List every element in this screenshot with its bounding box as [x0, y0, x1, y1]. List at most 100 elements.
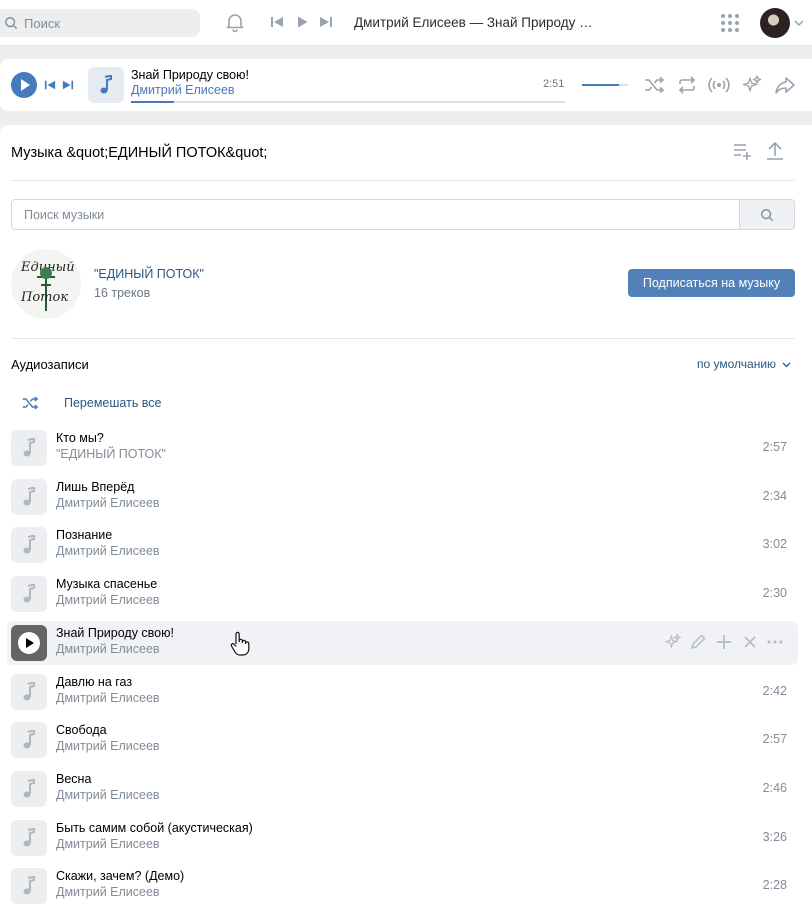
divider: [11, 180, 795, 181]
music-search-input[interactable]: [12, 200, 740, 229]
playlist-cover[interactable]: Единый Поток: [11, 249, 81, 319]
header-search[interactable]: Поиск: [0, 9, 200, 37]
track-duration: 2:57: [762, 732, 787, 747]
chevron-down-icon[interactable]: [794, 19, 804, 27]
playlist-cover-art: Единый Поток: [20, 260, 75, 311]
repeat-icon[interactable]: [676, 75, 698, 95]
sparkle-icon[interactable]: [664, 632, 682, 651]
share-icon[interactable]: [774, 75, 796, 95]
playlist-track-count: 16 треков: [94, 286, 151, 300]
music-note-icon: [23, 730, 35, 749]
play-icon: [18, 631, 40, 654]
track-duration: 2:42: [762, 683, 787, 698]
track-artist[interactable]: Дмитрий Елисеев: [56, 739, 160, 753]
page-title: Музыка &quot;ЕДИНЫЙ ПОТОК&quot;: [11, 145, 268, 161]
track-duration: 3:26: [762, 829, 787, 844]
track-title: Познание: [56, 528, 113, 543]
track-cover[interactable]: [11, 770, 47, 807]
shuffle-icon[interactable]: [643, 75, 665, 95]
sparkle-icon[interactable]: [741, 75, 763, 95]
track-cover[interactable]: [11, 527, 47, 564]
track-duration: 3:02: [762, 537, 787, 552]
track-cover[interactable]: [11, 478, 47, 515]
track-row[interactable]: Быть самим собой (акустическая) Дмитрий Е…: [7, 816, 798, 860]
track-row[interactable]: Познание Дмитрий Елисеев 3:02: [7, 523, 798, 567]
track-title: Кто мы?: [56, 431, 104, 445]
apps-icon[interactable]: [720, 13, 740, 33]
header-search-placeholder: Поиск: [24, 15, 61, 31]
divider: [11, 338, 795, 339]
track-row[interactable]: Давлю на газ Дмитрий Елисеев 2:42: [7, 670, 798, 714]
add-playlist-icon[interactable]: [731, 139, 753, 161]
top-bar: Поиск Дмитрий Елисеев — Знай Природу сво…: [0, 0, 812, 46]
bell-icon[interactable]: [224, 11, 246, 33]
track-duration: 2:28: [762, 878, 787, 893]
player-progress[interactable]: [131, 101, 565, 103]
music-search-button[interactable]: [739, 200, 794, 229]
track-cover[interactable]: [11, 576, 47, 613]
player-title: Знай Природу свою!: [131, 68, 249, 82]
track-duration: 2:57: [762, 440, 787, 454]
track-artist[interactable]: "ЕДИНЫЙ ПОТОК": [56, 447, 166, 461]
chevron-down-icon: [782, 362, 791, 368]
music-note-icon: [23, 681, 35, 700]
player-cover: [88, 67, 124, 103]
edit-icon[interactable]: [689, 633, 707, 651]
volume-slider[interactable]: [582, 84, 628, 86]
track-row[interactable]: Свобода Дмитрий Елисеев 2:57: [7, 718, 798, 762]
track-artist[interactable]: Дмитрий Елисеев: [56, 593, 160, 607]
prev-icon[interactable]: [44, 79, 56, 91]
track-cover[interactable]: [11, 624, 47, 661]
plus-icon[interactable]: [715, 633, 733, 651]
broadcast-icon[interactable]: [708, 75, 730, 95]
track-title: Быть самим собой (акустическая): [56, 820, 253, 835]
avatar[interactable]: [760, 8, 790, 38]
track-row[interactable]: Кто мы? "ЕДИНЫЙ ПОТОК" 2:57: [7, 426, 798, 470]
next-icon[interactable]: [62, 79, 74, 91]
track-row[interactable]: Лишь Вперёд Дмитрий Елисеев 2:34: [7, 475, 798, 519]
prev-icon[interactable]: [270, 15, 284, 29]
track-cover[interactable]: [11, 722, 47, 759]
more-icon[interactable]: [766, 633, 784, 651]
shuffle-all-button[interactable]: Перемешать все: [11, 393, 162, 413]
track-title: Музыка спасенье: [56, 577, 158, 592]
search-icon: [761, 209, 774, 222]
track-artist[interactable]: Дмитрий Елисеев: [56, 544, 160, 558]
track-artist[interactable]: Дмитрий Елисеев: [56, 788, 160, 802]
sort-dropdown[interactable]: по умолчанию: [697, 357, 791, 371]
header-now-playing[interactable]: Дмитрий Елисеев — Знай Природу свою!: [354, 15, 594, 30]
music-note-icon: [23, 584, 35, 603]
track-artist[interactable]: Дмитрий Елисеев: [56, 885, 160, 899]
track-row[interactable]: Музыка спасенье Дмитрий Елисеев 2:30: [7, 572, 798, 616]
track-duration: 2:46: [762, 780, 787, 795]
play-icon[interactable]: [295, 15, 309, 29]
music-note-icon: [23, 535, 35, 554]
track-cover[interactable]: [11, 868, 47, 905]
player-time[interactable]: 2:51: [543, 78, 564, 90]
track-artist[interactable]: Дмитрий Елисеев: [56, 496, 160, 510]
track-cover[interactable]: [11, 430, 47, 466]
track-cover[interactable]: [11, 819, 47, 856]
track-title: Знай Природу свою!: [56, 625, 174, 640]
music-note-icon: [23, 827, 35, 847]
track-row[interactable]: Скажи, зачем? (Демо) Дмитрий Елисеев 2:28: [7, 864, 798, 908]
subscribe-button[interactable]: Подписаться на музыку: [628, 269, 795, 297]
next-icon[interactable]: [319, 15, 333, 29]
cover-text-bottom: Поток: [20, 290, 68, 305]
track-row[interactable]: Знай Природу свою! Дмитрий Елисеев: [7, 620, 798, 665]
music-note-icon: [23, 778, 35, 798]
track-artist[interactable]: Дмитрий Елисеев: [56, 837, 160, 851]
search-icon: [5, 17, 18, 30]
player-play-button[interactable]: [11, 72, 37, 98]
upload-icon[interactable]: [764, 139, 786, 161]
close-icon[interactable]: [741, 633, 759, 651]
track-cover[interactable]: [11, 673, 47, 710]
track-title: Свобода: [56, 723, 107, 738]
track-artist[interactable]: Дмитрий Елисеев: [56, 642, 160, 656]
track-duration: 2:34: [762, 488, 787, 503]
playlist-name[interactable]: "ЕДИНЫЙ ПОТОК": [94, 267, 204, 281]
track-title: Давлю на газ: [56, 674, 133, 689]
player-artist[interactable]: Дмитрий Елисеев: [131, 83, 235, 97]
track-artist[interactable]: Дмитрий Елисеев: [56, 691, 160, 705]
track-row[interactable]: Весна Дмитрий Елисеев 2:46: [7, 767, 798, 811]
